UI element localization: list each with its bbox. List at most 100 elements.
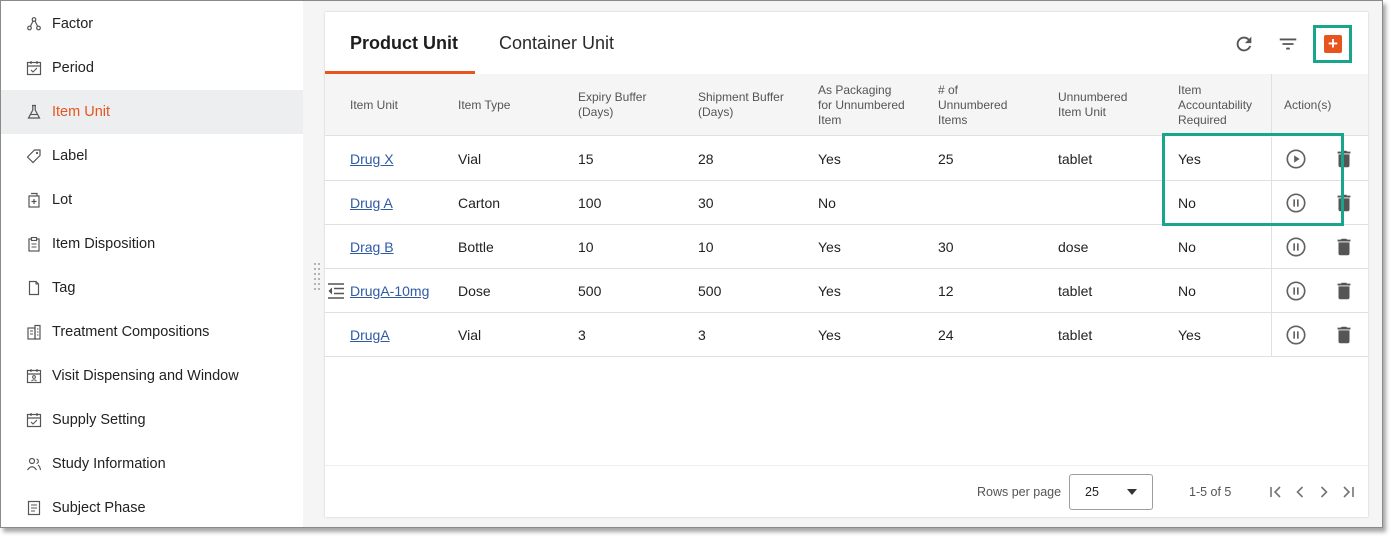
row-actions	[1271, 313, 1368, 357]
col-expiry-buffer[interactable]: Expiry Buffer (Days)	[578, 74, 668, 136]
item-type-cell: Vial	[458, 327, 482, 343]
pause-circle-icon[interactable]	[1285, 280, 1307, 302]
item-unit-link[interactable]: Drag B	[350, 225, 394, 269]
splitter-handle[interactable]	[314, 263, 322, 295]
table-header: Item Unit Item Type Expiry Buffer (Days)…	[325, 74, 1368, 136]
shipment-cell: 3	[698, 327, 706, 343]
shipment-cell: 30	[698, 195, 714, 211]
expiry-cell: 15	[578, 151, 594, 167]
tag-icon	[25, 279, 43, 297]
pagination-range: 1-5 of 5	[1189, 485, 1232, 499]
sidebar-item-visit-dispensing[interactable]: Visit Dispensing and Window	[1, 354, 303, 398]
item-unit-link[interactable]: Drug X	[350, 137, 394, 181]
packaging-cell: No	[818, 195, 836, 211]
last-page-icon[interactable]	[1338, 482, 1358, 502]
highlight-box-add	[1313, 25, 1352, 63]
sidebar-item-tag[interactable]: Tag	[1, 266, 303, 310]
col-num-unnumbered[interactable]: # of Unnumbered Items	[938, 74, 1023, 136]
sidebar-item-factor[interactable]: Factor	[1, 2, 303, 46]
sidebar-item-label: Subject Phase	[52, 500, 146, 516]
col-item-type[interactable]: Item Type	[458, 74, 558, 136]
packaging-cell: Yes	[818, 327, 841, 343]
sidebar-item-lot[interactable]: Lot	[1, 178, 303, 222]
item-unit-panel: Product Unit Container Unit + Item Unit …	[325, 12, 1368, 517]
tab-product-unit[interactable]: Product Unit	[325, 12, 475, 74]
count-cell: 25	[938, 151, 954, 167]
sidebar-item-item-disposition[interactable]: Item Disposition	[1, 222, 303, 266]
pagination-bar: Rows per page 25 1-5 of 5	[325, 465, 1368, 517]
sidebar-item-item-unit[interactable]: Item Unit	[1, 90, 303, 134]
col-item-unit[interactable]: Item Unit	[350, 74, 450, 136]
sidebar-item-period[interactable]: Period	[1, 46, 303, 90]
sidebar-item-label: Supply Setting	[52, 412, 146, 428]
col-shipment-buffer[interactable]: Shipment Buffer (Days)	[698, 74, 788, 136]
packaging-cell: Yes	[818, 151, 841, 167]
delete-icon[interactable]	[1333, 324, 1355, 346]
sidebar-item-label: Item Disposition	[52, 236, 156, 252]
item-unit-link[interactable]: DrugA	[350, 313, 390, 357]
unit-cell: tablet	[1058, 283, 1093, 299]
col-as-packaging[interactable]: As Packaging for Unnumbered Item	[818, 74, 908, 136]
expiry-cell: 500	[578, 283, 602, 299]
table-row: DrugA Vial 3 3 Yes 24 tablet Yes	[325, 313, 1368, 357]
chevron-down-icon	[1127, 489, 1137, 495]
packaging-cell: Yes	[818, 239, 841, 255]
accountability-cell: No	[1178, 283, 1196, 299]
count-cell: 30	[938, 239, 954, 255]
rows-per-page-value: 25	[1085, 485, 1099, 499]
building-icon	[25, 323, 43, 341]
sidebar-item-treatment-compositions[interactable]: Treatment Compositions	[1, 310, 303, 354]
accountability-cell: Yes	[1178, 327, 1201, 343]
label-tag-icon	[25, 147, 43, 165]
item-unit-link[interactable]: DrugA-10mg	[350, 269, 429, 313]
sidebar-item-label: Factor	[52, 16, 94, 32]
item-unit-link[interactable]: Drug A	[350, 181, 393, 225]
sidebar-item-label: Visit Dispensing and Window	[52, 368, 239, 384]
pause-circle-icon[interactable]	[1285, 324, 1307, 346]
col-actions: Action(s)	[1271, 74, 1368, 136]
expiry-cell: 100	[578, 195, 602, 211]
unit-cell: tablet	[1058, 327, 1093, 343]
sidebar-item-subject-phase[interactable]: Subject Phase	[1, 486, 303, 527]
app-window: Factor Period Item Unit Label Lot Item D…	[0, 0, 1383, 528]
accountability-cell: No	[1178, 239, 1196, 255]
tab-container-unit[interactable]: Container Unit	[475, 12, 635, 74]
unit-cell: dose	[1058, 239, 1089, 255]
sidebar-item-label: Item Unit	[52, 104, 111, 120]
table-row: Drag B Bottle 10 10 Yes 30 dose No	[325, 225, 1368, 269]
sidebar-item-label: Treatment Compositions	[52, 324, 210, 340]
shipment-cell: 10	[698, 239, 714, 255]
sidebar: Factor Period Item Unit Label Lot Item D…	[1, 1, 303, 527]
col-unnumbered-unit[interactable]: Unnumbered Item Unit	[1058, 74, 1143, 136]
pause-circle-icon[interactable]	[1285, 236, 1307, 258]
shipment-cell: 500	[698, 283, 722, 299]
document-list-icon	[25, 499, 43, 517]
col-accountability[interactable]: Item Accountability Required	[1178, 74, 1266, 136]
item-type-cell: Dose	[458, 283, 491, 299]
rows-per-page-label: Rows per page	[977, 485, 1062, 499]
expiry-cell: 10	[578, 239, 594, 255]
lot-box-icon	[25, 191, 43, 209]
rows-per-page-select[interactable]: 25	[1069, 474, 1153, 510]
next-page-icon[interactable]	[1314, 482, 1334, 502]
row-actions	[1271, 269, 1368, 313]
sidebar-item-label-nav[interactable]: Label	[1, 134, 303, 178]
filter-icon[interactable]	[1276, 32, 1300, 56]
item-type-cell: Carton	[458, 195, 501, 211]
sidebar-item-label: Lot	[52, 192, 73, 208]
expand-rows-icon[interactable]	[327, 283, 345, 299]
sidebar-item-label: Tag	[52, 280, 76, 296]
sidebar-item-study-information[interactable]: Study Information	[1, 442, 303, 486]
count-cell: 24	[938, 327, 954, 343]
flask-icon	[25, 103, 43, 121]
previous-page-icon[interactable]	[1290, 482, 1310, 502]
row-actions	[1271, 225, 1368, 269]
packaging-cell: Yes	[818, 283, 841, 299]
tab-bar: Product Unit Container Unit +	[325, 12, 1368, 74]
sidebar-item-supply-setting[interactable]: Supply Setting	[1, 398, 303, 442]
delete-icon[interactable]	[1333, 236, 1355, 258]
refresh-icon[interactable]	[1232, 32, 1256, 56]
delete-icon[interactable]	[1333, 280, 1355, 302]
first-page-icon[interactable]	[1266, 482, 1286, 502]
clipboard-icon	[25, 235, 43, 253]
